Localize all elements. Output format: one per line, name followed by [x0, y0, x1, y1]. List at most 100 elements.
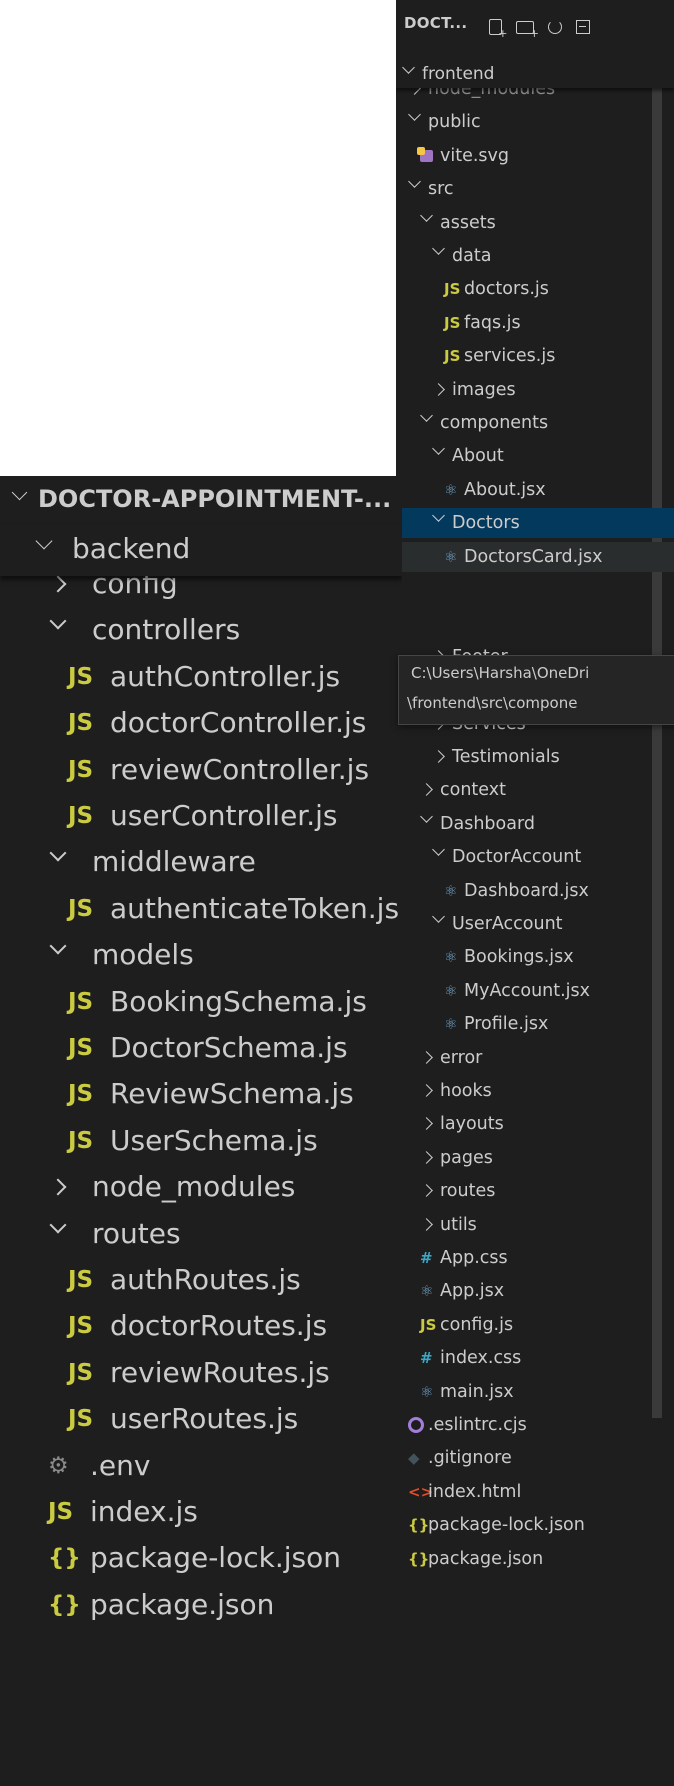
folder-item[interactable]: hooks [396, 1076, 674, 1106]
folder-item[interactable]: images [396, 375, 674, 405]
file-item[interactable]: ⚛ main.jsx [396, 1377, 674, 1407]
file-item[interactable]: ◆ .gitignore [396, 1443, 674, 1473]
frontend-root-folder[interactable]: frontend [396, 60, 674, 88]
file-item[interactable]: JS authenticateToken.js [0, 883, 402, 935]
folder-item[interactable]: Dashboard [396, 809, 674, 839]
file-item[interactable]: {} package.json [0, 1579, 402, 1631]
file-item[interactable]: JS faqs.js [396, 308, 674, 338]
new-folder-icon[interactable] [514, 16, 539, 40]
item-label: userRoutes.js [110, 1402, 299, 1436]
folder-item[interactable]: Doctors [396, 508, 674, 539]
chevron-down-icon [11, 484, 28, 501]
file-item[interactable]: .eslintrc.cjs [396, 1410, 674, 1440]
javascript-file-icon: JS [68, 1081, 94, 1108]
folder-label: backend [72, 532, 191, 565]
file-item[interactable]: <> index.html [396, 1477, 674, 1507]
file-item[interactable]: JS BookingSchema.js [0, 976, 402, 1028]
folder-item[interactable]: components [396, 408, 674, 438]
chevron-down-icon [49, 937, 67, 955]
item-label: package-lock.json [428, 1515, 585, 1536]
file-item[interactable]: vite.svg [396, 141, 674, 171]
folder-item[interactable]: pages [396, 1143, 674, 1173]
item-label: authenticateToken.js [110, 891, 400, 925]
javascript-file-icon: JS [68, 895, 94, 922]
new-file-icon[interactable] [484, 16, 508, 40]
item-label: pages [440, 1147, 493, 1168]
file-item[interactable]: JS doctorController.js [0, 697, 402, 749]
item-label: index.html [428, 1481, 522, 1502]
folder-item[interactable]: controllers [0, 604, 402, 656]
workspace-header[interactable]: DOCTOR-APPOINTMENT-... [0, 476, 402, 524]
folder-item[interactable]: node_modules [0, 1161, 402, 1213]
folder-item[interactable]: routes [0, 1208, 402, 1260]
item-label: DoctorsCard.jsx [464, 546, 603, 567]
file-item[interactable]: JS reviewController.js [0, 744, 402, 796]
folder-item[interactable]: context [396, 775, 674, 805]
folder-item[interactable]: About [396, 441, 674, 471]
explorer-title: DOCT... [404, 14, 468, 32]
file-item[interactable]: JS authRoutes.js [0, 1254, 402, 1306]
item-label: middleware [92, 845, 256, 879]
file-item[interactable]: ⚙ .env [0, 1440, 402, 1492]
item-label: controllers [92, 613, 241, 647]
file-item[interactable]: {} package.json [396, 1544, 674, 1574]
file-item[interactable]: ⚛ About.jsx [396, 475, 674, 505]
react-file-icon: ⚛ [444, 948, 458, 967]
folder-item[interactable]: models [0, 929, 402, 981]
file-item[interactable]: JS reviewRoutes.js [0, 1347, 402, 1399]
javascript-file-icon: JS [420, 1315, 437, 1334]
file-item[interactable]: JS services.js [396, 341, 674, 371]
folder-item[interactable]: routes [396, 1176, 674, 1206]
file-item[interactable]: ⚛ App.jsx [396, 1276, 674, 1306]
javascript-file-icon: JS [68, 710, 94, 737]
javascript-file-icon: JS [68, 1127, 94, 1154]
file-item[interactable]: JS config.js [396, 1310, 674, 1340]
folder-item[interactable]: src [396, 174, 674, 204]
folder-item[interactable]: middleware [0, 836, 402, 888]
folder-item[interactable]: UserAccount [396, 909, 674, 939]
file-item[interactable]: ⚛ Dashboard.jsx [396, 876, 674, 906]
file-item[interactable]: JS UserSchema.js [0, 1115, 402, 1167]
collapse-all-icon[interactable] [572, 16, 594, 38]
folder-item[interactable]: public [396, 107, 674, 137]
folder-item[interactable]: layouts [396, 1109, 674, 1139]
file-item[interactable]: ⚛ DoctorsCard.jsx [396, 541, 674, 572]
file-item[interactable]: ⚛ Bookings.jsx [396, 942, 674, 972]
item-label: main.jsx [440, 1381, 514, 1402]
file-item[interactable]: # index.css [396, 1343, 674, 1373]
item-label: index.js [90, 1495, 198, 1528]
file-item[interactable]: {} package-lock.json [396, 1510, 674, 1540]
json-file-icon: {} [48, 1545, 81, 1572]
file-item[interactable]: JS authController.js [0, 651, 402, 703]
react-file-icon: ⚛ [444, 881, 458, 900]
file-item[interactable]: JS userController.js [0, 790, 402, 842]
folder-item[interactable]: utils [396, 1210, 674, 1240]
folder-item[interactable]: data [396, 241, 674, 271]
file-item[interactable]: JS userRoutes.js [0, 1393, 402, 1445]
backend-root-folder[interactable]: backend [0, 524, 402, 576]
refresh-icon[interactable] [544, 16, 566, 38]
item-label: vite.svg [440, 145, 509, 166]
file-item[interactable]: JS index.js [0, 1486, 402, 1538]
javascript-file-icon: JS [68, 756, 94, 783]
file-item[interactable]: JS DoctorSchema.js [0, 1022, 402, 1074]
folder-item[interactable]: error [396, 1043, 674, 1073]
folder-item[interactable]: Testimonials [396, 742, 674, 772]
chevron-down-icon [432, 442, 445, 456]
folder-item[interactable]: assets [396, 208, 674, 238]
file-item[interactable]: JS doctors.js [396, 274, 674, 304]
file-item[interactable]: {} package-lock.json [0, 1532, 402, 1584]
chevron-right-icon [420, 1150, 433, 1164]
item-label: Testimonials [452, 747, 560, 767]
item-label: DoctorSchema.js [110, 1031, 348, 1064]
file-item[interactable]: ⚛ Profile.jsx [396, 1009, 674, 1039]
item-label: services.js [464, 346, 556, 367]
file-item[interactable]: # App.css [396, 1243, 674, 1273]
file-item[interactable]: JS doctorRoutes.js [0, 1300, 402, 1352]
folder-item[interactable]: DoctorAccount [396, 842, 674, 872]
file-item[interactable]: JS ReviewSchema.js [0, 1068, 402, 1120]
item-label: routes [440, 1181, 496, 1202]
item-label: DoctorAccount [452, 847, 582, 868]
file-item[interactable]: ⚛ MyAccount.jsx [396, 976, 674, 1006]
javascript-file-icon: JS [68, 663, 94, 690]
